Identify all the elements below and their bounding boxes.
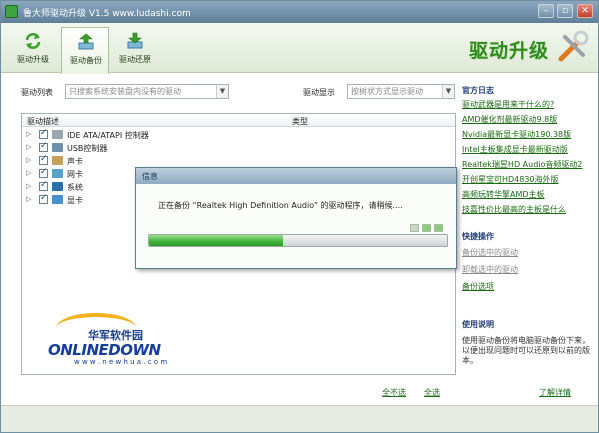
sound-card-icon (52, 156, 63, 165)
driver-name: 网卡 (67, 170, 83, 179)
tab-driver-restore-label: 驱动还原 (119, 55, 151, 64)
dialog-title-bar: 信息 (136, 168, 456, 184)
onlinedown-logo: 华军软件园 ONLINEDOWN w w w . n e w h u a . c… (46, 313, 171, 368)
app-window: 鲁大师驱动升级 V1.5 www.ludashi.com – ▫ ✕ 驱动升级 … (0, 0, 599, 433)
logo-english-text: ONLINEDOWN (48, 341, 161, 359)
news-link[interactable]: Nvidia最新显卡驱动190.38版 (462, 129, 571, 140)
restore-arrow-icon (127, 32, 143, 49)
driver-list-filter-select[interactable]: 只搜索系统安装盘内没有的驱动 ▼ (65, 84, 229, 99)
tab-driver-backup[interactable]: 驱动备份 (61, 27, 109, 74)
status-bar (1, 405, 598, 432)
tab-driver-upgrade-label: 驱动升级 (17, 55, 49, 64)
expand-icon[interactable]: ▷ (26, 195, 31, 203)
chevron-down-icon: ▼ (442, 85, 454, 98)
news-link[interactable]: 技嘉性价比最高的主板是什么 (462, 204, 566, 215)
logo-url-text: w w w . n e w h u a . c o m (74, 358, 168, 366)
expand-icon[interactable]: ▷ (26, 182, 31, 190)
row-checkbox[interactable] (39, 193, 48, 204)
help-section-title: 使用说明 (462, 320, 494, 329)
dialog-message: 正在备份 “Realtek High Definition Audio” 的驱动… (158, 201, 403, 210)
refresh-arrows-icon (25, 33, 41, 49)
driver-name: 显卡 (67, 196, 83, 205)
row-checkbox[interactable] (39, 128, 48, 139)
right-panel: 官方日志 驱动武器是用来干什么的? AMD催化剂最新驱动9.8版 Nvidia最… (459, 83, 596, 403)
news-section-title: 官方日志 (462, 86, 494, 95)
news-link[interactable]: 驱动武器是用来干什么的? (462, 99, 554, 110)
news-link[interactable]: Intel主板集成显卡最新驱动版 (462, 144, 568, 155)
driver-name: USB控制器 (67, 144, 108, 153)
driver-row[interactable]: ▷ USB控制器 (22, 141, 455, 154)
system-device-icon (52, 182, 63, 191)
row-checkbox[interactable] (39, 180, 48, 191)
help-text: 使用驱动备份将电脑驱动备份下来，以便出现问题时可以还原到以前的版本。 (462, 336, 590, 365)
driver-name: IDE ATA/ATAPI 控制器 (67, 131, 149, 140)
uninstall-selected-link[interactable]: 卸载选中的驱动 (462, 264, 518, 275)
wrench-screwdriver-icon (558, 30, 589, 62)
network-card-icon (52, 169, 63, 178)
driver-row[interactable]: ▷ IDE ATA/ATAPI 控制器 (22, 128, 455, 141)
select-all-link[interactable]: 全选 (424, 387, 440, 398)
driver-name: 系统 (67, 183, 83, 192)
driver-display-select[interactable]: 按树状方式显示驱动 ▼ (347, 84, 455, 99)
driver-list-label: 驱动列表 (21, 88, 53, 97)
expand-icon[interactable]: ▷ (26, 169, 31, 177)
expand-icon[interactable]: ▷ (26, 156, 31, 164)
quick-actions-title: 快捷操作 (462, 232, 494, 241)
title-bar: 鲁大师驱动升级 V1.5 www.ludashi.com – ▫ ✕ (1, 1, 598, 23)
backup-selected-link[interactable]: 备份选中的驱动 (462, 247, 518, 258)
window-title: 鲁大师驱动升级 V1.5 www.ludashi.com (23, 9, 191, 19)
minimize-button[interactable]: – (538, 4, 554, 18)
main-toolbar: 驱动升级 驱动备份 驱动还原 驱动升级 (1, 23, 598, 74)
column-header-description[interactable]: 驱动描述 (27, 116, 59, 127)
backup-arrow-icon (78, 33, 94, 50)
display-card-icon (52, 195, 63, 204)
tab-driver-upgrade[interactable]: 驱动升级 (9, 27, 57, 71)
news-link[interactable]: 开创星宝可HD4830海外版 (462, 174, 559, 185)
app-logo-icon (5, 5, 18, 18)
maximize-button[interactable]: ▫ (557, 4, 573, 18)
busy-indicator-icon (410, 224, 446, 232)
expand-icon[interactable]: ▷ (26, 143, 31, 151)
driver-display-value: 按树状方式显示驱动 (351, 87, 423, 96)
driver-display-label: 驱动显示 (303, 88, 335, 97)
news-link[interactable]: 高频玩转华擎AMD主板 (462, 189, 545, 200)
row-checkbox[interactable] (39, 154, 48, 165)
news-link[interactable]: AMD催化剂最新驱动9.8版 (462, 114, 557, 125)
chevron-down-icon: ▼ (216, 85, 228, 98)
ide-controller-icon (52, 130, 63, 139)
backup-progress-bar (148, 234, 448, 247)
usb-controller-icon (52, 143, 63, 152)
news-link[interactable]: Realtek瑞昱HD Audio音频驱动2 (462, 159, 582, 170)
tab-driver-backup-label: 驱动备份 (70, 56, 102, 65)
driver-list-filter-value: 只搜索系统安装盘内没有的驱动 (69, 87, 181, 96)
driver-name: 声卡 (67, 157, 83, 166)
row-checkbox[interactable] (39, 141, 48, 152)
dialog-title: 信息 (142, 172, 158, 181)
driver-row[interactable]: ▷ 声卡 (22, 154, 455, 167)
row-checkbox[interactable] (39, 167, 48, 178)
tab-driver-restore[interactable]: 驱动还原 (111, 27, 159, 71)
close-button[interactable]: ✕ (577, 4, 593, 18)
column-header-type[interactable]: 类型 (292, 116, 308, 127)
select-none-link[interactable]: 全不选 (382, 387, 406, 398)
driver-list-header: 驱动描述 类型 (22, 114, 455, 127)
backup-options-link[interactable]: 备份选项 (462, 281, 494, 292)
expand-icon[interactable]: ▷ (26, 130, 31, 138)
brand-title: 驱动升级 (469, 40, 550, 62)
learn-more-link[interactable]: 了解详情 (539, 387, 571, 398)
backup-progress-dialog: 信息 正在备份 “Realtek High Definition Audio” … (135, 167, 457, 269)
progress-fill (149, 235, 284, 246)
